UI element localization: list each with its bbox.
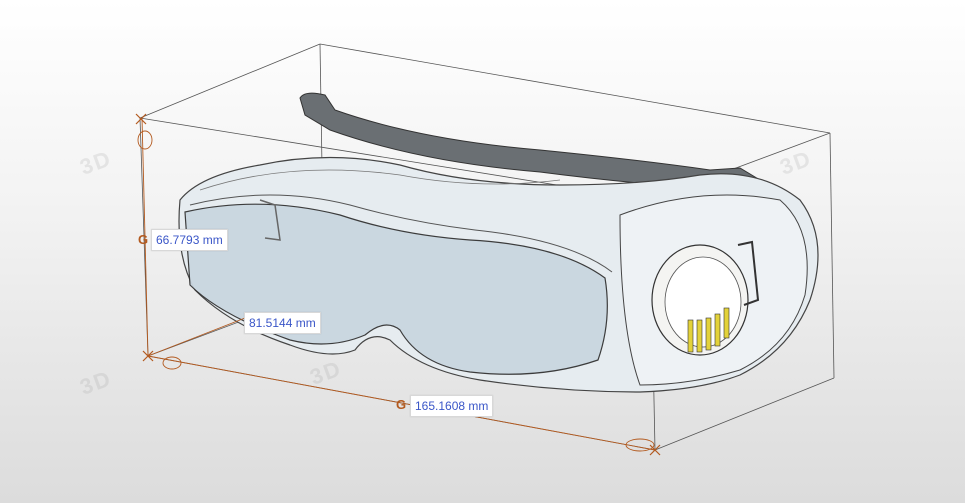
bbox-edge — [829, 132, 835, 379]
cad-viewport[interactable]: 3D 3D 3D 3D G 66.7793 mm 81.5144 mm G 16… — [0, 0, 965, 503]
dimension-arrow — [137, 130, 153, 150]
vent-slot — [696, 319, 703, 353]
vent-slot — [714, 313, 721, 347]
vent-disc-inner — [664, 256, 742, 348]
depth-dimension-line — [147, 317, 246, 357]
width-dimension-label[interactable]: 165.1608 mm — [410, 395, 494, 417]
dimension-icon: G — [396, 397, 407, 412]
dimension-icon: G — [138, 232, 149, 247]
bbox-edge — [319, 43, 831, 134]
vent-slot — [705, 317, 712, 351]
model-canvas — [135, 43, 835, 456]
depth-dimension-label[interactable]: 81.5144 mm — [244, 312, 321, 334]
vent-slot — [687, 319, 694, 353]
vent-slot — [723, 307, 730, 339]
bbox-edge — [139, 43, 321, 119]
dimension-arrow — [162, 356, 182, 370]
height-dimension-label[interactable]: 66.7793 mm — [151, 229, 228, 251]
